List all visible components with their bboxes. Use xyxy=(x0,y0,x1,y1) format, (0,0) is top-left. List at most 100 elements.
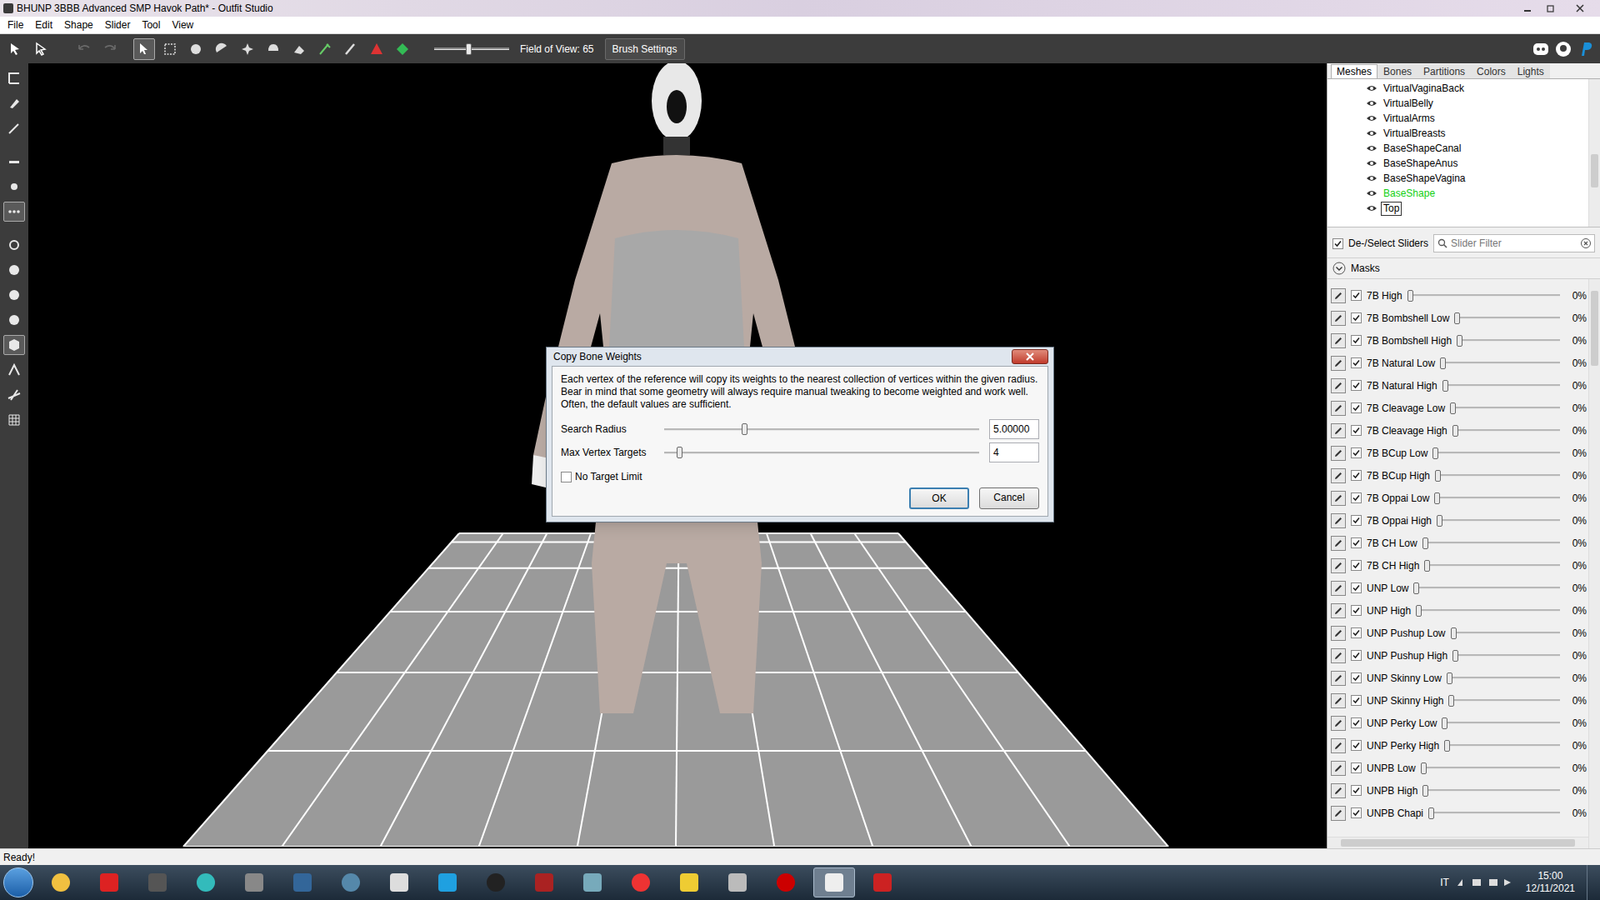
slider-track[interactable] xyxy=(1436,513,1560,529)
slider-track[interactable] xyxy=(1413,580,1560,596)
language-indicator[interactable]: IT xyxy=(1440,875,1450,890)
mesh-item[interactable]: VirtualVaginaBack xyxy=(1327,80,1589,96)
taskbar-app[interactable] xyxy=(475,867,517,898)
slider-checkbox[interactable] xyxy=(1350,695,1362,706)
panel-tab[interactable]: Colors xyxy=(1470,64,1512,79)
slider-thumb[interactable] xyxy=(676,446,683,459)
left-tool-button[interactable] xyxy=(3,118,25,139)
slider-checkbox[interactable] xyxy=(1350,605,1362,616)
slider-edit-button[interactable] xyxy=(1330,513,1346,529)
slider-group-header[interactable]: Masks xyxy=(1327,257,1600,280)
slider-thumb[interactable] xyxy=(741,423,748,435)
show-desktop-button[interactable] xyxy=(1586,865,1597,900)
taskbar-app[interactable] xyxy=(378,867,420,898)
github-icon[interactable] xyxy=(1554,40,1573,59)
clear-icon[interactable] xyxy=(1580,238,1591,249)
slider-edit-button[interactable] xyxy=(1330,378,1346,394)
slider-edit-button[interactable] xyxy=(1330,670,1346,686)
left-tool-button[interactable] xyxy=(3,176,25,197)
slider-edit-button[interactable] xyxy=(1330,468,1346,484)
field-input[interactable]: 5.00000 xyxy=(989,419,1040,440)
slider-checkbox[interactable] xyxy=(1350,560,1362,571)
tool-button[interactable] xyxy=(365,38,388,60)
taskbar-app[interactable] xyxy=(620,867,662,898)
eye-icon[interactable] xyxy=(1365,204,1378,213)
left-tool-button[interactable] xyxy=(3,410,25,430)
slider-edit-button[interactable] xyxy=(1330,738,1346,754)
slider-track[interactable] xyxy=(1428,805,1560,821)
slider-filter[interactable]: Slider Filter xyxy=(1433,234,1595,253)
slider-checkbox[interactable] xyxy=(1350,515,1362,526)
menu-item[interactable]: Edit xyxy=(29,17,59,33)
slider-checkbox[interactable] xyxy=(1350,402,1362,414)
taskbar-app[interactable] xyxy=(571,867,614,898)
menu-item[interactable]: Slider xyxy=(99,17,137,33)
slider-checkbox[interactable] xyxy=(1350,447,1362,459)
eye-icon[interactable] xyxy=(1365,114,1378,123)
field-slider[interactable] xyxy=(664,445,980,460)
slider-thumb[interactable] xyxy=(1448,695,1455,707)
slider-thumb[interactable] xyxy=(1456,335,1463,347)
slider-edit-button[interactable] xyxy=(1330,693,1346,709)
slider-track[interactable] xyxy=(1452,648,1560,664)
left-tool-button[interactable] xyxy=(3,68,25,89)
slider-edit-button[interactable] xyxy=(1330,400,1346,416)
left-tool-button[interactable] xyxy=(3,235,25,255)
slider-thumb[interactable] xyxy=(1441,717,1448,730)
slider-edit-button[interactable] xyxy=(1330,715,1346,731)
dialog-button[interactable]: Cancel xyxy=(979,487,1040,510)
slider-track[interactable] xyxy=(1420,760,1560,776)
slider-checkbox[interactable] xyxy=(1350,627,1362,639)
left-tool-button[interactable] xyxy=(3,385,25,405)
discord-icon[interactable] xyxy=(1531,40,1550,59)
menu-item[interactable]: Tool xyxy=(135,17,166,33)
slider-track[interactable] xyxy=(1435,468,1560,484)
eye-icon[interactable] xyxy=(1365,84,1378,93)
slider-thumb[interactable] xyxy=(1415,605,1422,617)
tool-button[interactable] xyxy=(340,38,362,60)
slider-edit-button[interactable] xyxy=(1330,445,1346,461)
mesh-item[interactable]: Top xyxy=(1327,200,1589,216)
mesh-item[interactable]: VirtualBelly xyxy=(1327,95,1589,111)
taskbar-app[interactable] xyxy=(716,867,759,898)
taskbar-app[interactable] xyxy=(813,867,855,898)
slider-thumb[interactable] xyxy=(465,43,472,55)
slider-thumb[interactable] xyxy=(1436,515,1443,527)
slider-edit-button[interactable] xyxy=(1330,310,1346,326)
left-tool-button[interactable] xyxy=(3,310,25,330)
eye-icon[interactable] xyxy=(1365,174,1378,183)
panel-tab[interactable]: Meshes xyxy=(1330,64,1378,79)
mesh-item[interactable]: BaseShapeVagina xyxy=(1327,170,1589,186)
slider-checkbox[interactable] xyxy=(1350,290,1362,301)
tool-button[interactable] xyxy=(133,38,155,60)
slider-thumb[interactable] xyxy=(1446,672,1453,685)
eye-icon[interactable] xyxy=(1365,144,1378,153)
slider-edit-button[interactable] xyxy=(1330,355,1346,371)
slider-edit-button[interactable] xyxy=(1330,805,1346,821)
close-button[interactable] xyxy=(1563,1,1597,15)
slider-edit-button[interactable] xyxy=(1330,580,1346,596)
left-tool-button[interactable] xyxy=(3,201,25,222)
taskbar-app[interactable] xyxy=(40,867,82,898)
slider-edit-button[interactable] xyxy=(1330,558,1346,574)
taskbar-app[interactable] xyxy=(523,867,565,898)
taskbar-app[interactable] xyxy=(765,867,807,898)
slider-checkbox[interactable] xyxy=(1350,672,1362,684)
panel-tab[interactable]: Lights xyxy=(1511,64,1550,79)
slider-track[interactable] xyxy=(1424,558,1560,574)
mesh-scrollbar[interactable] xyxy=(1588,79,1600,227)
dialog-close-button[interactable] xyxy=(1011,349,1049,365)
slider-checkbox[interactable] xyxy=(1350,312,1362,324)
menu-item[interactable]: File xyxy=(1,17,30,33)
slider-checkbox[interactable] xyxy=(1350,740,1362,751)
slider-thumb[interactable] xyxy=(1422,537,1429,550)
tool-button[interactable] xyxy=(99,38,121,60)
slider-thumb[interactable] xyxy=(1420,762,1427,775)
slider-checkbox[interactable] xyxy=(1350,717,1362,729)
paypal-icon[interactable] xyxy=(1576,40,1595,59)
slider-edit-button[interactable] xyxy=(1330,625,1346,641)
mesh-item[interactable]: VirtualBreasts xyxy=(1327,125,1589,141)
tool-button[interactable] xyxy=(314,38,336,60)
slider-track[interactable] xyxy=(1440,355,1560,371)
taskbar-app[interactable] xyxy=(426,867,469,898)
